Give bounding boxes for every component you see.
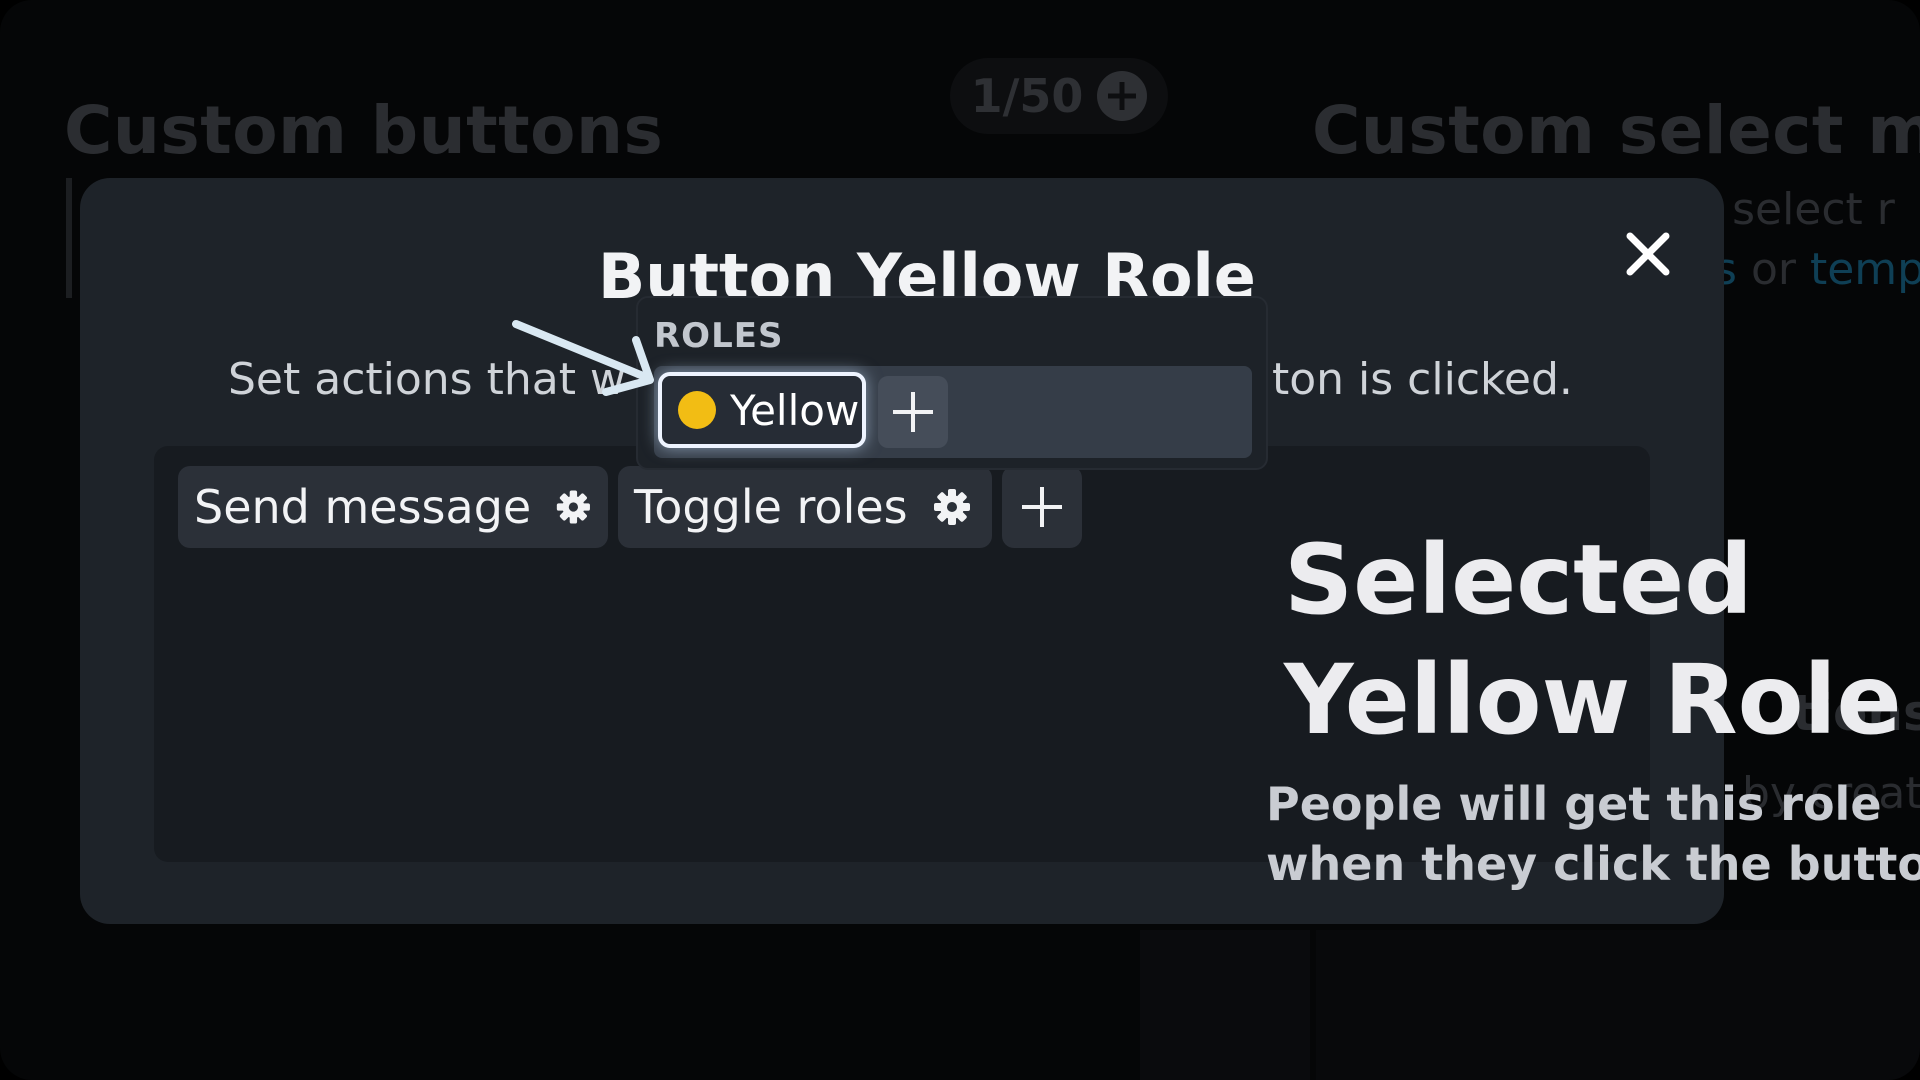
- background-divider: [66, 178, 72, 298]
- action-label: Send message: [194, 480, 532, 534]
- caption-title: Selected Yellow Role: [1284, 520, 1902, 760]
- background-panel: [1140, 930, 1310, 1080]
- templates-link[interactable]: temp: [1810, 244, 1920, 295]
- action-label: Toggle roles: [634, 480, 908, 534]
- send-message-action[interactable]: Send message: [178, 466, 608, 548]
- select-menus-description: r select r: [1700, 184, 1895, 235]
- add-action-button[interactable]: [1002, 466, 1082, 548]
- plus-icon: [1022, 487, 1062, 527]
- custom-select-menus-heading: Custom select me: [1312, 92, 1920, 169]
- screen-frame: Custom buttons Custom select me r select…: [0, 0, 1920, 1080]
- close-icon[interactable]: [1622, 228, 1674, 280]
- caption-subtitle-line-1: People will get this role: [1266, 777, 1882, 831]
- background-panel-right: [1316, 930, 1920, 1080]
- caption-title-line-2: Yellow Role: [1284, 644, 1902, 756]
- add-role-button[interactable]: [878, 376, 948, 448]
- modal-description-right: ton is clicked.: [1272, 354, 1573, 405]
- toggle-roles-action[interactable]: Toggle roles: [618, 466, 992, 548]
- button-counter: 1/50: [950, 58, 1168, 134]
- custom-buttons-heading: Custom buttons: [64, 92, 664, 169]
- gear-icon[interactable]: [932, 487, 972, 527]
- gear-icon[interactable]: [555, 487, 592, 527]
- caption-subtitle: People will get this role when they clic…: [1266, 774, 1920, 894]
- pointer-arrow-icon: [512, 320, 654, 396]
- plus-icon: [893, 392, 933, 432]
- selected-role-chip[interactable]: Yellow: [658, 372, 866, 448]
- role-color-dot: [678, 391, 716, 429]
- or-text: or: [1750, 244, 1796, 295]
- counter-text: 1/50: [970, 69, 1084, 123]
- caption-subtitle-line-2: when they click the button: [1266, 837, 1920, 891]
- caption-title-line-1: Selected: [1284, 524, 1753, 636]
- select-menus-link-line: s or temp: [1714, 244, 1920, 295]
- roles-label: ROLES: [654, 316, 784, 356]
- add-button-icon[interactable]: [1097, 71, 1148, 121]
- role-name: Yellow: [730, 385, 860, 435]
